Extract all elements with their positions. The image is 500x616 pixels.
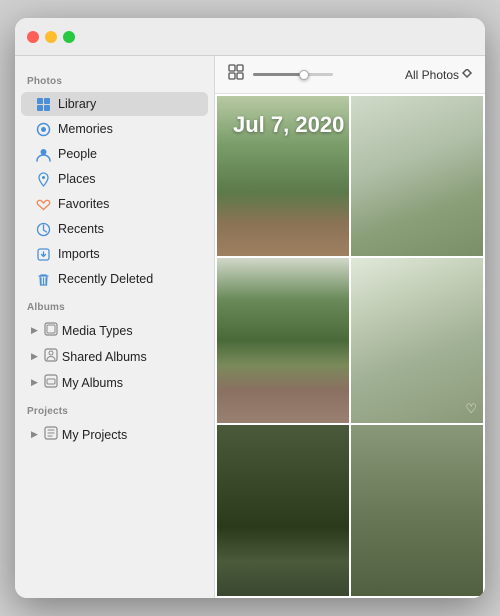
recently-deleted-icon	[35, 271, 51, 287]
photo-cell[interactable]	[351, 96, 483, 256]
zoom-slider-container	[253, 73, 397, 76]
places-icon	[35, 171, 51, 187]
sidebar-item-label: Imports	[58, 247, 100, 261]
sidebar-item-imports[interactable]: Imports	[21, 242, 208, 266]
my-albums-icon	[44, 374, 58, 391]
sidebar-item-label: Recently Deleted	[58, 272, 153, 286]
sidebar-item-label: People	[58, 147, 97, 161]
date-header: Jul 7, 2020	[233, 112, 344, 138]
sidebar-item-label: My Projects	[62, 428, 127, 442]
photo-cell[interactable]	[351, 425, 483, 596]
albums-section-label: Albums	[15, 292, 214, 317]
photo-cell[interactable]	[217, 258, 349, 423]
projects-section-label: Projects	[15, 396, 214, 421]
app-window: Photos Library	[15, 18, 485, 598]
favorite-icon: ♡	[465, 401, 477, 417]
sidebar-item-recently-deleted[interactable]: Recently Deleted	[21, 267, 208, 291]
traffic-lights	[27, 31, 75, 43]
photos-grid: Jul 7, 2020 ♡	[215, 94, 485, 598]
all-photos-label: All Photos	[405, 68, 459, 82]
people-icon	[35, 146, 51, 162]
sidebar-item-label: Shared Albums	[62, 350, 147, 364]
media-types-icon	[44, 322, 58, 339]
my-projects-icon	[44, 426, 58, 443]
all-photos-select[interactable]: All Photos	[405, 68, 473, 82]
dropdown-arrow-icon	[461, 69, 473, 81]
sidebar-item-label: Recents	[58, 222, 104, 236]
sidebar-item-recents[interactable]: Recents	[21, 217, 208, 241]
sidebar: Photos Library	[15, 56, 215, 598]
zoom-slider[interactable]	[253, 73, 333, 76]
sidebar-item-places[interactable]: Places	[21, 167, 208, 191]
sidebar-item-my-albums[interactable]: ▶ My Albums	[21, 370, 208, 395]
close-button[interactable]	[27, 31, 39, 43]
toolbar: All Photos	[215, 56, 485, 94]
sidebar-item-library[interactable]: Library	[21, 92, 208, 116]
chevron-icon: ▶	[31, 351, 38, 362]
minimize-button[interactable]	[45, 31, 57, 43]
main-content: All Photos Jul 7, 2020	[215, 56, 485, 598]
sidebar-item-shared-albums[interactable]: ▶ Shared Albums	[21, 344, 208, 369]
photo-cell[interactable]: Jul 7, 2020	[217, 96, 349, 256]
photo-cell[interactable]: ♡	[351, 258, 483, 423]
photos-section-label: Photos	[15, 66, 214, 91]
imports-icon	[35, 246, 51, 262]
sidebar-item-label: Memories	[58, 122, 113, 136]
sidebar-item-favorites[interactable]: Favorites	[21, 192, 208, 216]
sidebar-item-label: My Albums	[62, 376, 123, 390]
chevron-icon: ▶	[31, 377, 38, 388]
photo-grid-layout: Jul 7, 2020 ♡	[215, 94, 485, 598]
titlebar	[15, 18, 485, 56]
sidebar-item-label: Places	[58, 172, 96, 186]
chevron-icon: ▶	[31, 325, 38, 336]
slider-thumb	[299, 70, 309, 80]
memories-icon	[35, 121, 51, 137]
sidebar-item-memories[interactable]: Memories	[21, 117, 208, 141]
chevron-icon: ▶	[31, 429, 38, 440]
sidebar-item-label: Favorites	[58, 197, 109, 211]
view-icon[interactable]	[227, 63, 245, 86]
shared-albums-icon	[44, 348, 58, 365]
sidebar-item-my-projects[interactable]: ▶ My Projects	[21, 422, 208, 447]
sidebar-item-media-types[interactable]: ▶ Media Types	[21, 318, 208, 343]
photo-cell[interactable]	[217, 425, 349, 596]
sidebar-item-label: Media Types	[62, 324, 133, 338]
favorites-icon	[35, 196, 51, 212]
sidebar-item-label: Library	[58, 97, 96, 111]
maximize-button[interactable]	[63, 31, 75, 43]
library-icon	[35, 96, 51, 112]
content-area: Photos Library	[15, 56, 485, 598]
sidebar-item-people[interactable]: People	[21, 142, 208, 166]
recents-icon	[35, 221, 51, 237]
